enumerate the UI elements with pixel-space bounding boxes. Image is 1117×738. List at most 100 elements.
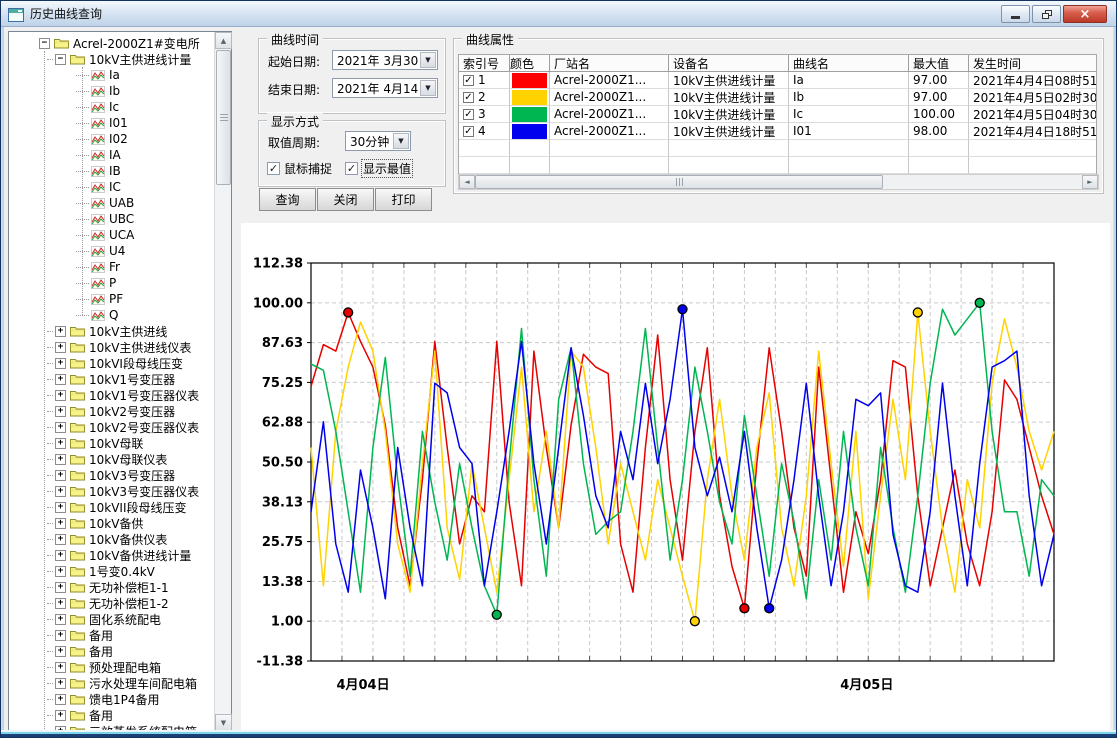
tree-item-folder[interactable]: +10kV2号变压器 xyxy=(10,403,213,419)
column-header[interactable]: 索引号 xyxy=(459,55,510,72)
tree-item-curve[interactable]: I02 xyxy=(10,131,213,147)
expand-toggle[interactable]: + xyxy=(55,598,66,609)
scroll-up-button[interactable]: ▲ xyxy=(215,32,232,49)
tree-item-folder[interactable]: +10kV2号变压器仪表 xyxy=(10,419,213,435)
tree-item-folder[interactable]: +10kV3号变压器仪表 xyxy=(10,483,213,499)
tree-item-folder[interactable]: +污水处理车间配电箱 xyxy=(10,675,213,691)
close-button[interactable]: × xyxy=(1063,5,1107,23)
tree-item-curve[interactable]: IA xyxy=(10,147,213,163)
expand-toggle[interactable]: + xyxy=(55,614,66,625)
tree-item-curve[interactable]: Q xyxy=(10,307,213,323)
tree-item-folder[interactable]: +10kV主供进线仪表 xyxy=(10,339,213,355)
tree-item-curve[interactable]: PF xyxy=(10,291,213,307)
expand-toggle[interactable]: + xyxy=(55,454,66,465)
close-dialog-button[interactable]: 关闭 xyxy=(317,188,374,211)
tree-item-curve[interactable]: Fr xyxy=(10,259,213,275)
expand-toggle[interactable]: − xyxy=(55,54,66,65)
expand-toggle[interactable]: + xyxy=(55,502,66,513)
column-header[interactable]: 设备名 xyxy=(669,55,789,72)
tree-item-folder[interactable]: +无功补偿柜1-2 xyxy=(10,595,213,611)
column-header[interactable]: 厂站名 xyxy=(550,55,669,72)
expand-toggle[interactable]: + xyxy=(55,390,66,401)
tree-item-station[interactable]: −Acrel-2000Z1#变电所 xyxy=(10,35,213,51)
tree-item-curve[interactable]: UCA xyxy=(10,227,213,243)
chevron-down-icon[interactable]: ▼ xyxy=(420,52,436,68)
tree-item-folder[interactable]: +备用 xyxy=(10,707,213,723)
row-checkbox[interactable]: ✓ xyxy=(463,75,474,86)
column-header[interactable]: 颜色 xyxy=(510,55,550,72)
scroll-left-button[interactable]: ◄ xyxy=(459,175,475,189)
expand-toggle[interactable]: + xyxy=(55,342,66,353)
tree-item-curve[interactable]: Ic xyxy=(10,99,213,115)
tree-item-folder[interactable]: +10kV备供 xyxy=(10,515,213,531)
expand-toggle[interactable]: + xyxy=(55,710,66,721)
expand-toggle[interactable]: − xyxy=(39,38,50,49)
expand-toggle[interactable]: + xyxy=(55,582,66,593)
tree-item-folder[interactable]: +10kV母联仪表 xyxy=(10,451,213,467)
tree-item-folder[interactable]: +10kV母联 xyxy=(10,435,213,451)
tree-item-folder[interactable]: +备用 xyxy=(10,627,213,643)
tree-item-curve[interactable]: Ia xyxy=(10,67,213,83)
tree-item-curve[interactable]: UBC xyxy=(10,211,213,227)
expand-toggle[interactable]: + xyxy=(55,646,66,657)
tree-item-folder[interactable]: +10kV备供仪表 xyxy=(10,531,213,547)
checkbox-icon[interactable]: ✓ xyxy=(345,162,358,175)
table-row[interactable]: ✓2Acrel-2000Z1...10kV主供进线计量Ib97.002021年4… xyxy=(459,89,1096,106)
expand-toggle[interactable]: + xyxy=(55,662,66,673)
print-button[interactable]: 打印 xyxy=(375,188,432,211)
period-combo[interactable]: 30分钟 ▼ xyxy=(345,131,411,151)
scroll-thumb[interactable] xyxy=(216,50,231,185)
tree-item-curve[interactable]: I01 xyxy=(10,115,213,131)
scroll-thumb[interactable] xyxy=(475,175,883,189)
scroll-right-button[interactable]: ► xyxy=(1082,175,1098,189)
query-button[interactable]: 查询 xyxy=(259,188,316,211)
column-header[interactable]: 最大值 xyxy=(909,55,969,72)
mouse-capture-checkbox[interactable]: ✓ 鼠标捕捉 xyxy=(267,160,332,177)
tree-item-folder[interactable]: +10kV3号变压器 xyxy=(10,467,213,483)
tree-item-curve[interactable]: IC xyxy=(10,179,213,195)
tree-item-folder[interactable]: +馈电1P4备用 xyxy=(10,691,213,707)
expand-toggle[interactable]: + xyxy=(55,470,66,481)
table-row[interactable] xyxy=(459,157,1096,174)
tree-vscrollbar[interactable]: ▲ ▼ xyxy=(214,32,231,731)
expand-toggle[interactable]: + xyxy=(55,518,66,529)
column-header[interactable]: 发生时间 xyxy=(969,55,1096,72)
table-row[interactable]: ✓4Acrel-2000Z1...10kV主供进线计量I0198.002021年… xyxy=(459,123,1096,140)
expand-toggle[interactable]: + xyxy=(55,550,66,561)
chevron-down-icon[interactable]: ▼ xyxy=(393,133,409,149)
tree-item-folder[interactable]: +10kV主供进线 xyxy=(10,323,213,339)
expand-toggle[interactable]: + xyxy=(55,422,66,433)
end-date-combo[interactable]: 2021年 4月14 ▼ xyxy=(332,78,438,98)
table-row[interactable] xyxy=(459,140,1096,157)
tree-item-folder[interactable]: +10kVII段母线压变 xyxy=(10,499,213,515)
expand-toggle[interactable]: + xyxy=(55,374,66,385)
table-row[interactable]: ✓1Acrel-2000Z1...10kV主供进线计量Ia97.002021年4… xyxy=(459,72,1096,89)
tree-item-curve[interactable]: Ib xyxy=(10,83,213,99)
tree-item-folder[interactable]: +1号变0.4kV xyxy=(10,563,213,579)
restore-button[interactable] xyxy=(1032,5,1061,23)
tree-item-folder[interactable]: +10kVI段母线压变 xyxy=(10,355,213,371)
row-checkbox[interactable]: ✓ xyxy=(463,126,474,137)
expand-toggle[interactable]: + xyxy=(55,630,66,641)
tree-item-curve[interactable]: U4 xyxy=(10,243,213,259)
checkbox-icon[interactable]: ✓ xyxy=(267,162,280,175)
tree-item-folder[interactable]: +固化系统配电 xyxy=(10,611,213,627)
expand-toggle[interactable]: + xyxy=(55,678,66,689)
start-date-combo[interactable]: 2021年 3月30 ▼ xyxy=(332,50,438,70)
table-row[interactable]: ✓3Acrel-2000Z1...10kV主供进线计量Ic100.002021年… xyxy=(459,106,1096,123)
show-extremes-checkbox[interactable]: ✓ 显示最值 xyxy=(345,160,412,177)
tree-item-folder[interactable]: +三效蒸发系统配电箱 xyxy=(10,723,213,730)
expand-toggle[interactable]: + xyxy=(55,486,66,497)
expand-toggle[interactable]: + xyxy=(55,534,66,545)
tree-item-curve[interactable]: UAB xyxy=(10,195,213,211)
scroll-down-button[interactable]: ▼ xyxy=(215,714,232,731)
chevron-down-icon[interactable]: ▼ xyxy=(420,80,436,96)
tree-item-folder[interactable]: +备用 xyxy=(10,643,213,659)
tree-item-folder[interactable]: +预处理配电箱 xyxy=(10,659,213,675)
tree-item-curve[interactable]: P xyxy=(10,275,213,291)
expand-toggle[interactable]: + xyxy=(55,406,66,417)
row-checkbox[interactable]: ✓ xyxy=(463,92,474,103)
expand-toggle[interactable]: + xyxy=(55,438,66,449)
row-checkbox[interactable]: ✓ xyxy=(463,109,474,120)
expand-toggle[interactable]: + xyxy=(55,566,66,577)
